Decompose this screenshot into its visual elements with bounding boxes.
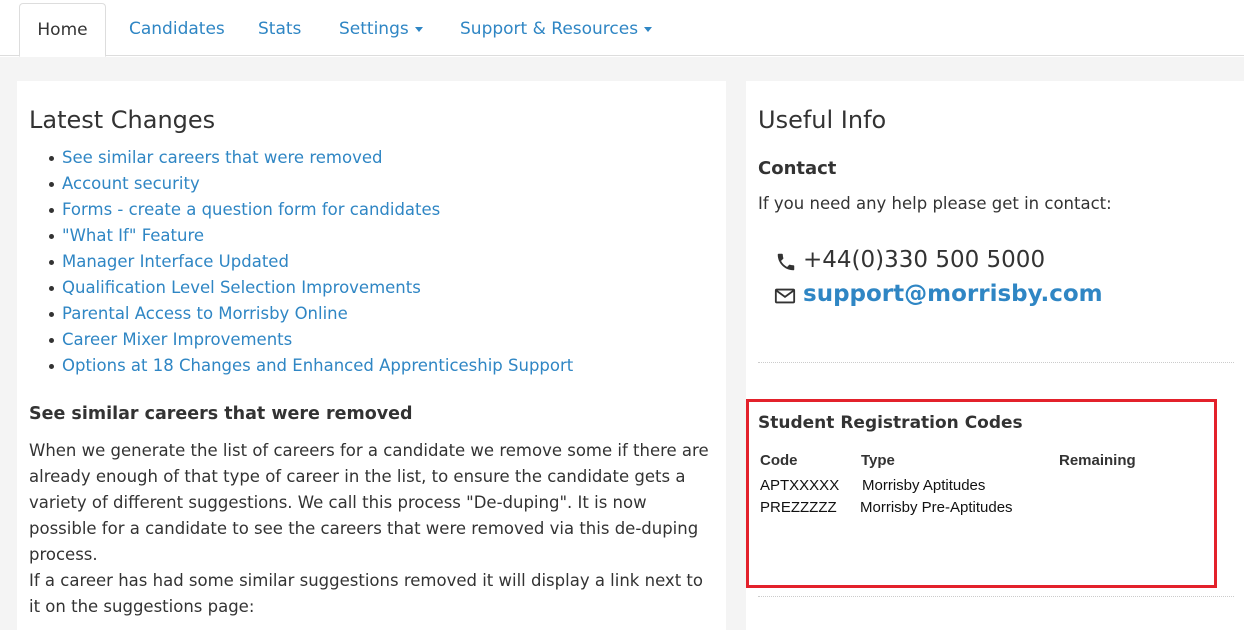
change-link[interactable]: Parental Access to Morrisby Online [62, 304, 348, 323]
list-item: Forms - create a question form for candi… [48, 197, 573, 223]
list-item: See similar careers that were removed [48, 145, 573, 171]
tab-home[interactable]: Home [19, 3, 106, 57]
change-link[interactable]: See similar careers that were removed [62, 148, 382, 167]
chevron-down-icon [414, 26, 423, 32]
dedupe-paragraph: When we generate the list of careers for… [29, 441, 709, 564]
highlight-box [746, 399, 1217, 588]
divider [758, 596, 1234, 597]
tab-settings[interactable]: Settings [339, 3, 423, 56]
change-link[interactable]: Career Mixer Improvements [62, 330, 292, 349]
envelope-icon [774, 288, 796, 304]
list-item: Qualification Level Selection Improvemen… [48, 275, 573, 301]
list-item: Account security [48, 171, 573, 197]
contact-title: Contact [758, 158, 837, 179]
list-item: Parental Access to Morrisby Online [48, 301, 573, 327]
divider [758, 362, 1234, 363]
useful-info-title: Useful Info [758, 106, 887, 134]
support-email-link[interactable]: support@morrisby.com [803, 281, 1103, 307]
change-link[interactable]: "What If" Feature [62, 226, 204, 245]
tab-support-resources[interactable]: Support & Resources [460, 3, 653, 56]
change-link[interactable]: Account security [62, 174, 200, 193]
list-item: Manager Interface Updated [48, 249, 573, 275]
tab-stats-label: Stats [258, 19, 302, 39]
list-item: Options at 18 Changes and Enhanced Appre… [48, 353, 573, 379]
list-item: Career Mixer Improvements [48, 327, 573, 353]
contact-text: If you need any help please get in conta… [758, 194, 1112, 213]
latest-changes-list: See similar careers that were removed Ac… [48, 145, 573, 379]
change-link[interactable]: Manager Interface Updated [62, 252, 289, 271]
tab-home-label: Home [37, 20, 88, 40]
tab-settings-label: Settings [339, 19, 409, 39]
phone-number: +44(0)330 500 5000 [803, 247, 1046, 273]
tab-support-label: Support & Resources [460, 19, 639, 39]
change-link[interactable]: Qualification Level Selection Improvemen… [62, 278, 421, 297]
chevron-down-icon [644, 26, 653, 32]
tab-stats[interactable]: Stats [258, 3, 301, 56]
dedupe-link-paragraph: If a career has had some similar suggest… [29, 571, 703, 616]
phone-icon [777, 253, 795, 271]
latest-changes-title: Latest Changes [29, 106, 216, 134]
change-link[interactable]: Options at 18 Changes and Enhanced Appre… [62, 356, 573, 375]
list-item: "What If" Feature [48, 223, 573, 249]
tab-candidates-label: Candidates [129, 19, 225, 39]
change-link[interactable]: Forms - create a question form for candi… [62, 200, 440, 219]
section-title: See similar careers that were removed [29, 404, 413, 424]
main-nav: Home Candidates Stats Settings Support &… [0, 0, 1244, 57]
tab-candidates[interactable]: Candidates [129, 3, 225, 56]
